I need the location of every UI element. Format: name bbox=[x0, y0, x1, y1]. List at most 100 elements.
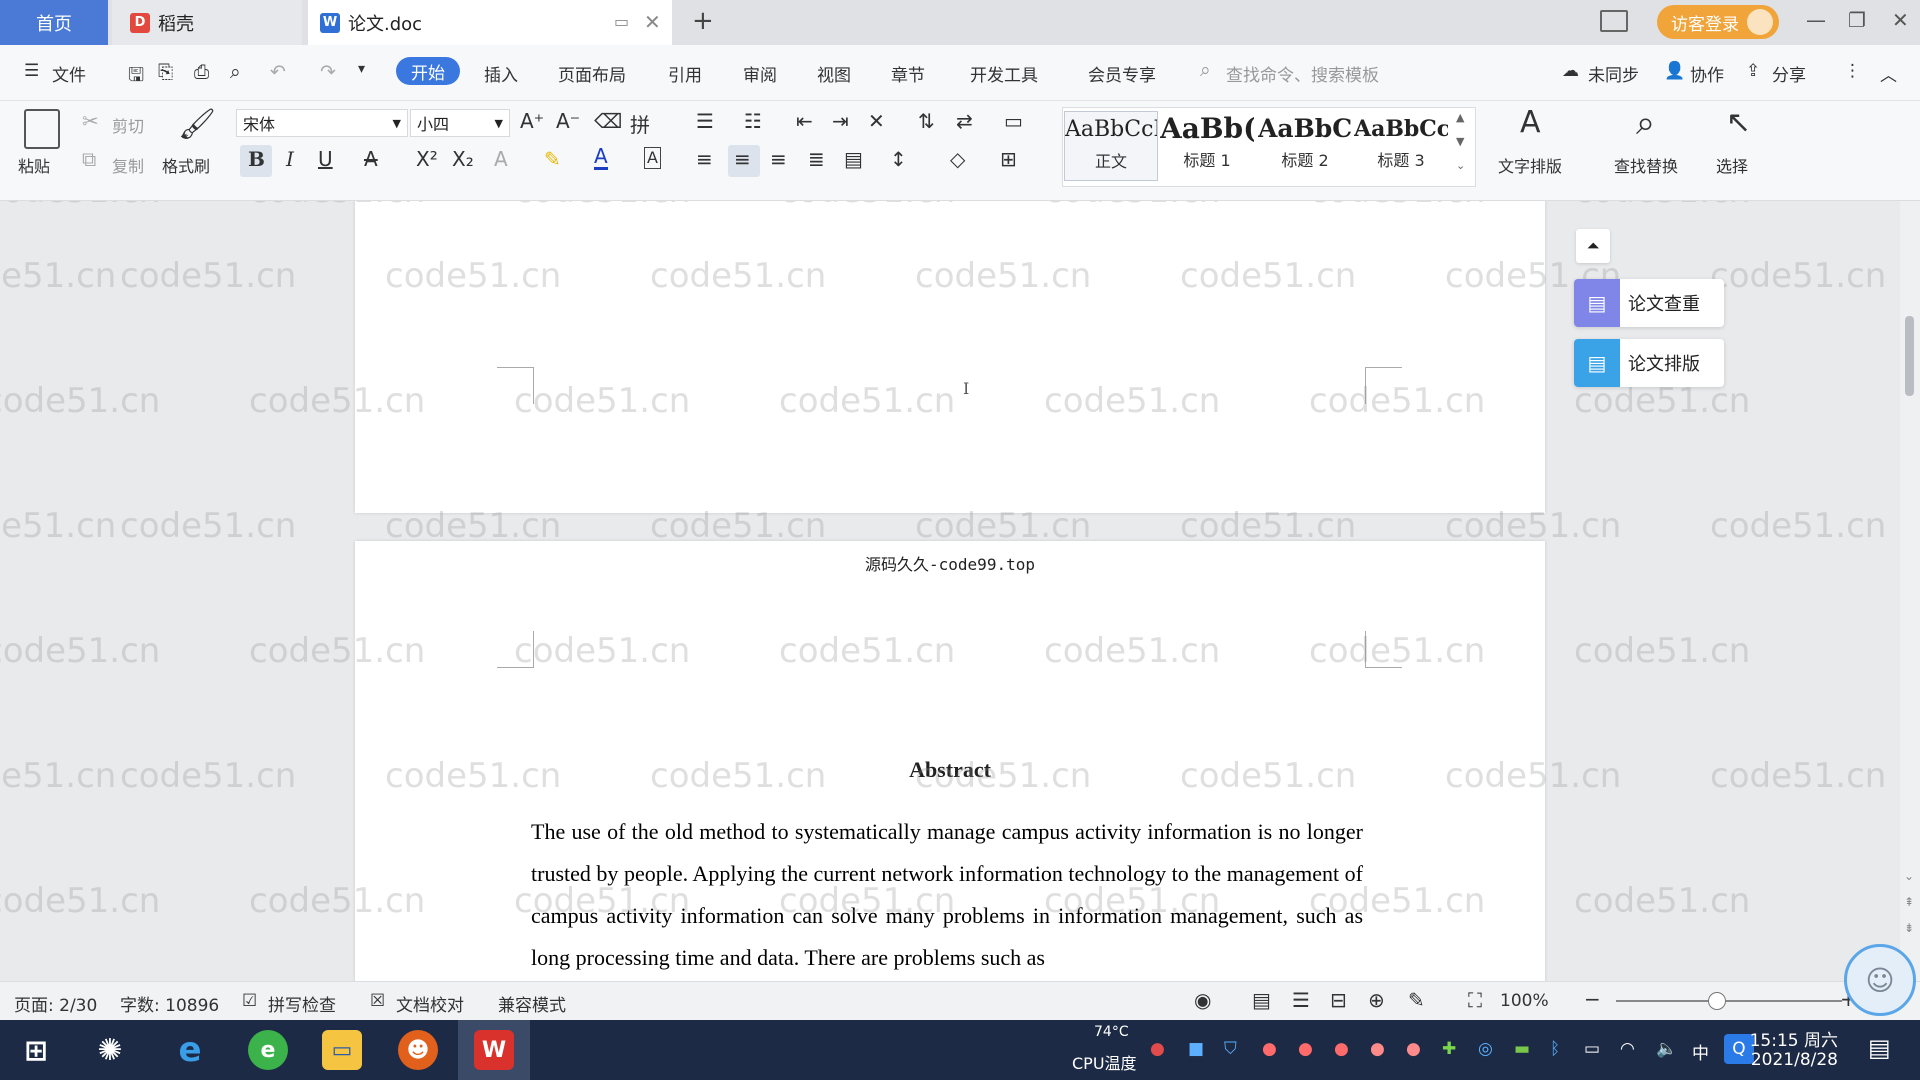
eye-protection-icon[interactable]: ◉ bbox=[1194, 988, 1211, 1012]
tab-daoke[interactable]: D 稻壳 bbox=[112, 0, 302, 45]
menu-start[interactable]: 开始 bbox=[396, 57, 460, 85]
green-browser-icon[interactable]: e bbox=[248, 1030, 288, 1070]
bold-icon[interactable]: B bbox=[248, 147, 265, 171]
prev-page-icon[interactable]: ⇞ bbox=[1904, 895, 1914, 909]
minimize-button[interactable]: — bbox=[1806, 8, 1826, 32]
menu-chapter[interactable]: 章节 bbox=[891, 61, 925, 86]
scrollbar-thumb[interactable] bbox=[1905, 316, 1914, 396]
redo-icon[interactable]: ↷ bbox=[320, 61, 336, 83]
paper-check-button[interactable]: ▤ 论文查重 bbox=[1574, 279, 1724, 327]
char-border-icon[interactable]: A bbox=[644, 147, 661, 169]
clock-time[interactable]: 15:15 周六 bbox=[1748, 1026, 1838, 1051]
assistant-robot-icon[interactable]: ☺ bbox=[1844, 944, 1916, 1016]
hamburger-icon[interactable]: ☰ bbox=[24, 61, 39, 81]
outline-view-icon[interactable]: ☰ bbox=[1292, 988, 1310, 1012]
decrease-indent-icon[interactable]: ⇤ bbox=[796, 109, 813, 133]
menu-page-layout[interactable]: 页面布局 bbox=[558, 61, 626, 86]
spell-check-button[interactable]: 拼写检查 bbox=[268, 991, 336, 1016]
scroll-down-icon[interactable]: ⌄ bbox=[1904, 869, 1914, 883]
qq-icon[interactable]: ● bbox=[1262, 1039, 1277, 1059]
superscript-icon[interactable]: X² bbox=[416, 147, 438, 171]
align-center-icon[interactable]: ≡ bbox=[734, 147, 751, 171]
undo-icon[interactable]: ↶ bbox=[270, 61, 286, 83]
borders-icon[interactable]: ⊞ bbox=[1000, 147, 1017, 171]
bluetooth-icon[interactable]: ᛒ bbox=[1550, 1039, 1560, 1059]
close-window-button[interactable]: ✕ bbox=[1892, 8, 1909, 32]
show-marks-icon[interactable]: ⇄ bbox=[956, 109, 973, 133]
menu-file[interactable]: 文件 bbox=[52, 61, 86, 86]
paper-layout-button[interactable]: ▤ 论文排版 bbox=[1574, 339, 1724, 387]
style-heading-2[interactable]: AaBbC 标题 2 bbox=[1258, 111, 1352, 181]
shading-icon[interactable]: ◇ bbox=[950, 147, 965, 171]
chinese-layout-icon[interactable]: ✕ bbox=[868, 109, 885, 133]
volume-icon[interactable]: 🔈 bbox=[1656, 1039, 1677, 1059]
cut-button[interactable]: 剪切 bbox=[112, 113, 144, 137]
copy-button[interactable]: 复制 bbox=[112, 153, 144, 177]
menu-member[interactable]: 会员专享 bbox=[1088, 61, 1156, 86]
tray-app-icon[interactable]: ■ bbox=[1188, 1039, 1204, 1059]
wifi-icon[interactable]: ◠ bbox=[1620, 1039, 1635, 1059]
print-preview-icon[interactable]: ⌕ bbox=[230, 61, 241, 83]
tray-app-icon[interactable]: ◎ bbox=[1478, 1039, 1493, 1059]
font-color-icon[interactable]: A bbox=[594, 145, 608, 170]
proofread-button[interactable]: 文档校对 bbox=[396, 991, 464, 1016]
style-heading-3[interactable]: AaBbCcl 标题 3 bbox=[1354, 111, 1448, 181]
styles-scroll-down-icon[interactable]: ▼ bbox=[1456, 135, 1464, 148]
wps-writer-icon[interactable]: W bbox=[474, 1030, 514, 1070]
zoom-slider-handle[interactable] bbox=[1708, 992, 1726, 1010]
menu-references[interactable]: 引用 bbox=[668, 61, 702, 86]
font-size-select[interactable]: 小四 ▼ bbox=[410, 109, 510, 137]
guest-login-button[interactable]: 访客登录 bbox=[1657, 5, 1779, 39]
format-painter-button[interactable]: 格式刷 bbox=[162, 153, 210, 177]
bullet-list-icon[interactable]: ☰ bbox=[696, 109, 714, 133]
file-explorer-icon[interactable]: ▭ bbox=[322, 1030, 362, 1070]
save-icon[interactable]: 🖫 bbox=[128, 61, 144, 93]
justify-icon[interactable]: ≣ bbox=[808, 147, 825, 171]
find-icon[interactable]: ⌕ bbox=[1636, 103, 1655, 143]
strikethrough-icon[interactable]: A bbox=[364, 147, 378, 171]
find-replace-button[interactable]: 查找替换 bbox=[1614, 153, 1678, 177]
web-view-icon[interactable]: ⊕ bbox=[1368, 988, 1385, 1012]
collapse-ribbon-icon[interactable]: ︿ bbox=[1880, 61, 1897, 86]
select-pointer-icon[interactable]: ↖ bbox=[1726, 105, 1751, 140]
battery-icon[interactable]: ▭ bbox=[1584, 1039, 1600, 1059]
text-effect-icon[interactable]: A bbox=[494, 147, 508, 171]
align-left-icon[interactable]: ≡ bbox=[696, 147, 713, 171]
sync-status[interactable]: 未同步 bbox=[1588, 61, 1639, 86]
cut-icon[interactable]: ✂ bbox=[82, 109, 99, 133]
qq-icon[interactable]: ● bbox=[1370, 1039, 1385, 1059]
tray-app-icon[interactable]: ● bbox=[1150, 1039, 1165, 1059]
next-page-icon[interactable]: ⇟ bbox=[1904, 921, 1914, 935]
restore-button[interactable]: ❐ bbox=[1848, 8, 1866, 32]
close-tab-icon[interactable]: ✕ bbox=[644, 10, 661, 34]
menu-developer[interactable]: 开发工具 bbox=[970, 61, 1038, 86]
line-spacing-icon[interactable]: ↕ bbox=[890, 147, 907, 171]
paste-special-icon[interactable]: ⎘ bbox=[158, 61, 173, 83]
font-name-select[interactable]: 宋体 ▼ bbox=[236, 109, 408, 137]
shield-icon[interactable]: ⛉ bbox=[1224, 1039, 1237, 1059]
menu-review[interactable]: 审阅 bbox=[743, 61, 777, 86]
print-icon[interactable]: ⎙ bbox=[194, 61, 209, 83]
italic-icon[interactable]: I bbox=[286, 147, 294, 171]
tab-document[interactable]: W 论文.doc ▭ ✕ bbox=[308, 0, 672, 45]
zoom-slider[interactable] bbox=[1616, 1000, 1842, 1002]
phonetic-guide-icon[interactable]: 拼 bbox=[630, 109, 650, 138]
numbered-list-icon[interactable]: ☷ bbox=[744, 109, 762, 133]
styles-scroll-up-icon[interactable]: ▲ bbox=[1456, 111, 1464, 124]
pin-window-icon[interactable]: ▭ bbox=[614, 12, 629, 31]
more-menu-icon[interactable]: ⋮ bbox=[1844, 61, 1861, 81]
quick-access-dropdown-icon[interactable]: ▾ bbox=[358, 61, 365, 77]
menu-view[interactable]: 视图 bbox=[817, 61, 851, 86]
qq-icon[interactable]: ● bbox=[1334, 1039, 1349, 1059]
styles-expand-icon[interactable]: ⌄ bbox=[1456, 159, 1465, 172]
align-right-icon[interactable]: ≡ bbox=[770, 147, 787, 171]
zoom-out-icon[interactable]: − bbox=[1584, 987, 1601, 1011]
write-view-icon[interactable]: ✎ bbox=[1408, 988, 1425, 1012]
collapse-panel-icon[interactable]: ⏶ bbox=[1576, 229, 1610, 263]
qq-icon[interactable]: ● bbox=[1298, 1039, 1313, 1059]
collab-button[interactable]: 协作 bbox=[1690, 61, 1724, 86]
format-painter-icon[interactable]: 🖌 bbox=[178, 107, 216, 142]
fan-app-icon[interactable]: ✺ bbox=[90, 1030, 130, 1070]
nvidia-icon[interactable]: ▬ bbox=[1514, 1039, 1530, 1059]
paste-button[interactable]: 粘贴 bbox=[18, 153, 50, 177]
